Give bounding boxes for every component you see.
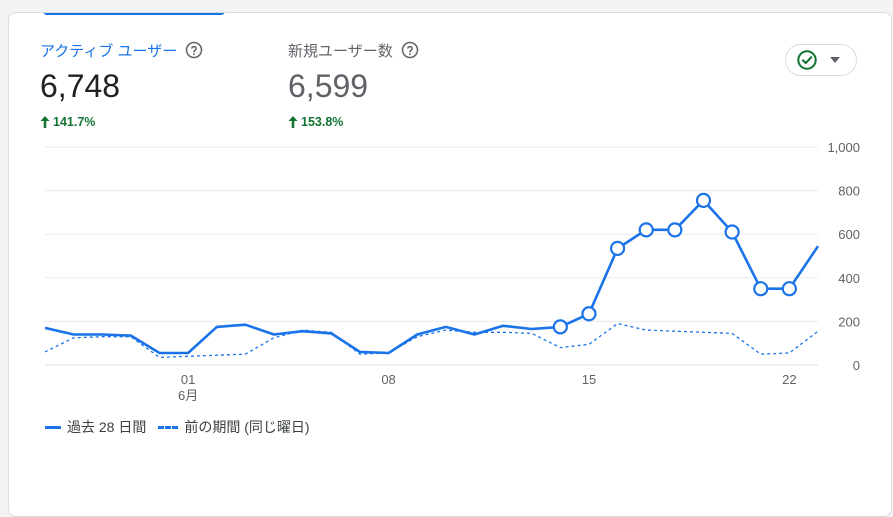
legend-item-previous[interactable]: 前の期間 (同じ曜日) <box>158 417 310 437</box>
data-point-marker <box>609 240 626 256</box>
x-tick-label: 01 <box>181 372 195 387</box>
data-point-marker <box>753 281 769 297</box>
legend-label-previous: 前の期間 (同じ曜日) <box>184 419 310 435</box>
y-tick-label: 400 <box>838 271 860 286</box>
x-tick-sublabel: 6月 <box>178 388 198 403</box>
data-point-marker <box>581 306 597 322</box>
data-point-marker <box>552 319 568 335</box>
data-point-marker <box>781 281 797 297</box>
data-point-marker <box>667 222 683 238</box>
chart-legend: 過去 28 日間 前の期間 (同じ曜日) <box>45 417 316 437</box>
active-users-card: アクティブ ユーザー 6,748 141.7% 新規ユーザー数 6,599 15… <box>8 12 892 517</box>
y-tick-label: 800 <box>838 184 860 199</box>
legend-item-current[interactable]: 過去 28 日間 <box>45 417 146 437</box>
legend-label-current: 過去 28 日間 <box>67 419 147 435</box>
y-tick-label: 1,000 <box>827 140 860 155</box>
data-point-marker <box>695 192 712 209</box>
line-chart: 0 200 400 600 800 1,000 016月 08 15 22 <box>44 140 860 403</box>
series-line-current <box>44 199 820 355</box>
x-tick-label: 22 <box>782 372 796 387</box>
legend-swatch-dashed <box>158 425 179 429</box>
legend-swatch-solid <box>45 425 61 429</box>
x-tick-label: 15 <box>582 372 596 387</box>
y-tick-label: 0 <box>853 358 860 373</box>
y-tick-label: 600 <box>838 227 860 242</box>
x-tick-label: 08 <box>381 372 395 387</box>
data-point-marker <box>638 222 654 238</box>
y-tick-label: 200 <box>838 314 860 329</box>
data-point-marker <box>724 224 740 240</box>
